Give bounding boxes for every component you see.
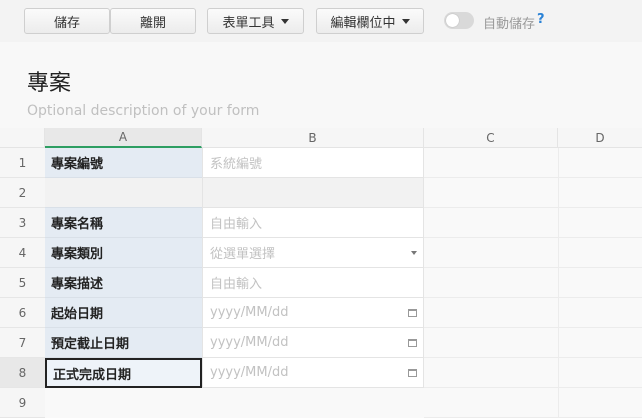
- field-input-cell[interactable]: yyyy/MM/dd: [202, 358, 424, 388]
- autosave-label: 自動儲存: [483, 17, 536, 32]
- empty-cell[interactable]: [45, 388, 202, 418]
- calendar-icon[interactable]: [408, 308, 417, 317]
- field-hint: 從選單選擇: [210, 247, 276, 262]
- column-divider: [558, 148, 559, 417]
- form-description-input[interactable]: Optional description of your form: [27, 103, 259, 119]
- row-header-4[interactable]: 4: [0, 238, 45, 268]
- dropdown-arrow-icon[interactable]: [411, 250, 417, 255]
- column-header-d[interactable]: D: [558, 128, 642, 148]
- field-hint: yyyy/MM/dd: [210, 335, 289, 350]
- chevron-down-icon: [401, 18, 410, 24]
- field-hint: yyyy/MM/dd: [210, 305, 289, 320]
- row-divider: [424, 267, 642, 268]
- toggle-knob: [446, 14, 459, 27]
- form-tools-dropdown[interactable]: 表單工具: [207, 8, 304, 34]
- field-label-cell[interactable]: 專案類別: [45, 238, 202, 268]
- field-hint: 自由輸入: [210, 217, 263, 232]
- row-header-7[interactable]: 7: [0, 328, 45, 358]
- row-divider: [424, 327, 642, 328]
- row-header-6[interactable]: 6: [0, 298, 45, 328]
- leave-button[interactable]: 離開: [110, 8, 196, 34]
- row-header-5[interactable]: 5: [0, 268, 45, 298]
- field-input-cell[interactable]: 系統編號: [202, 148, 424, 178]
- form-header: 專案 Optional description of your form: [0, 42, 642, 128]
- chevron-down-icon: [280, 18, 289, 24]
- field-hint: yyyy/MM/dd: [210, 365, 289, 380]
- field-label-cell[interactable]: 起始日期: [45, 298, 202, 328]
- row-header-3[interactable]: 3: [0, 208, 45, 238]
- help-icon[interactable]: ?: [537, 12, 545, 27]
- field-input-cell[interactable]: 自由輸入: [202, 208, 424, 238]
- row-divider: [424, 237, 642, 238]
- field-input-cell[interactable]: 從選單選擇: [202, 238, 424, 268]
- corner-header[interactable]: [0, 128, 45, 148]
- row-divider: [424, 357, 642, 358]
- spreadsheet-grid: A B C D 1 專案編號 系統編號 2 3 專案名稱 自由輸入 4 專案類別 從選單選擇 5 專案…: [0, 128, 642, 418]
- field-hint: 系統編號: [210, 157, 263, 172]
- field-hint: 自由輸入: [210, 277, 263, 292]
- field-input-cell[interactable]: yyyy/MM/dd: [202, 298, 424, 328]
- row-divider: [424, 207, 642, 208]
- field-label-cell[interactable]: 專案描述: [45, 268, 202, 298]
- field-input-cell[interactable]: 自由輸入: [202, 268, 424, 298]
- save-button[interactable]: 儲存: [24, 8, 110, 34]
- edit-fields-label: 編輯欄位中: [330, 15, 396, 31]
- field-label-cell[interactable]: 專案編號: [45, 148, 202, 178]
- column-header-c[interactable]: C: [424, 128, 558, 148]
- row-header-9[interactable]: 9: [0, 388, 45, 418]
- row-divider: [424, 387, 642, 388]
- field-label-cell[interactable]: 正式完成日期: [45, 358, 202, 388]
- empty-cell[interactable]: [202, 178, 424, 208]
- row-divider: [424, 177, 642, 178]
- field-label-cell[interactable]: 專案名稱: [45, 208, 202, 238]
- row-header-1[interactable]: 1: [0, 148, 45, 178]
- autosave-toggle[interactable]: [444, 12, 474, 29]
- edit-fields-dropdown[interactable]: 編輯欄位中: [316, 8, 424, 34]
- calendar-icon[interactable]: [408, 368, 417, 377]
- row-divider: [424, 297, 642, 298]
- field-label-cell[interactable]: 預定截止日期: [45, 328, 202, 358]
- form-title[interactable]: 專案: [27, 65, 71, 97]
- empty-cell[interactable]: [45, 178, 202, 208]
- row-header-2[interactable]: 2: [0, 178, 45, 208]
- column-header-a[interactable]: A: [45, 128, 202, 148]
- field-input-cell[interactable]: yyyy/MM/dd: [202, 328, 424, 358]
- column-header-b[interactable]: B: [202, 128, 424, 148]
- calendar-icon[interactable]: [408, 338, 417, 347]
- row-header-8[interactable]: 8: [0, 358, 45, 388]
- empty-cell[interactable]: [202, 388, 424, 418]
- form-tools-label: 表單工具: [222, 15, 275, 31]
- toolbar: 儲存 離開 表單工具 編輯欄位中 自動儲存 ?: [0, 0, 642, 42]
